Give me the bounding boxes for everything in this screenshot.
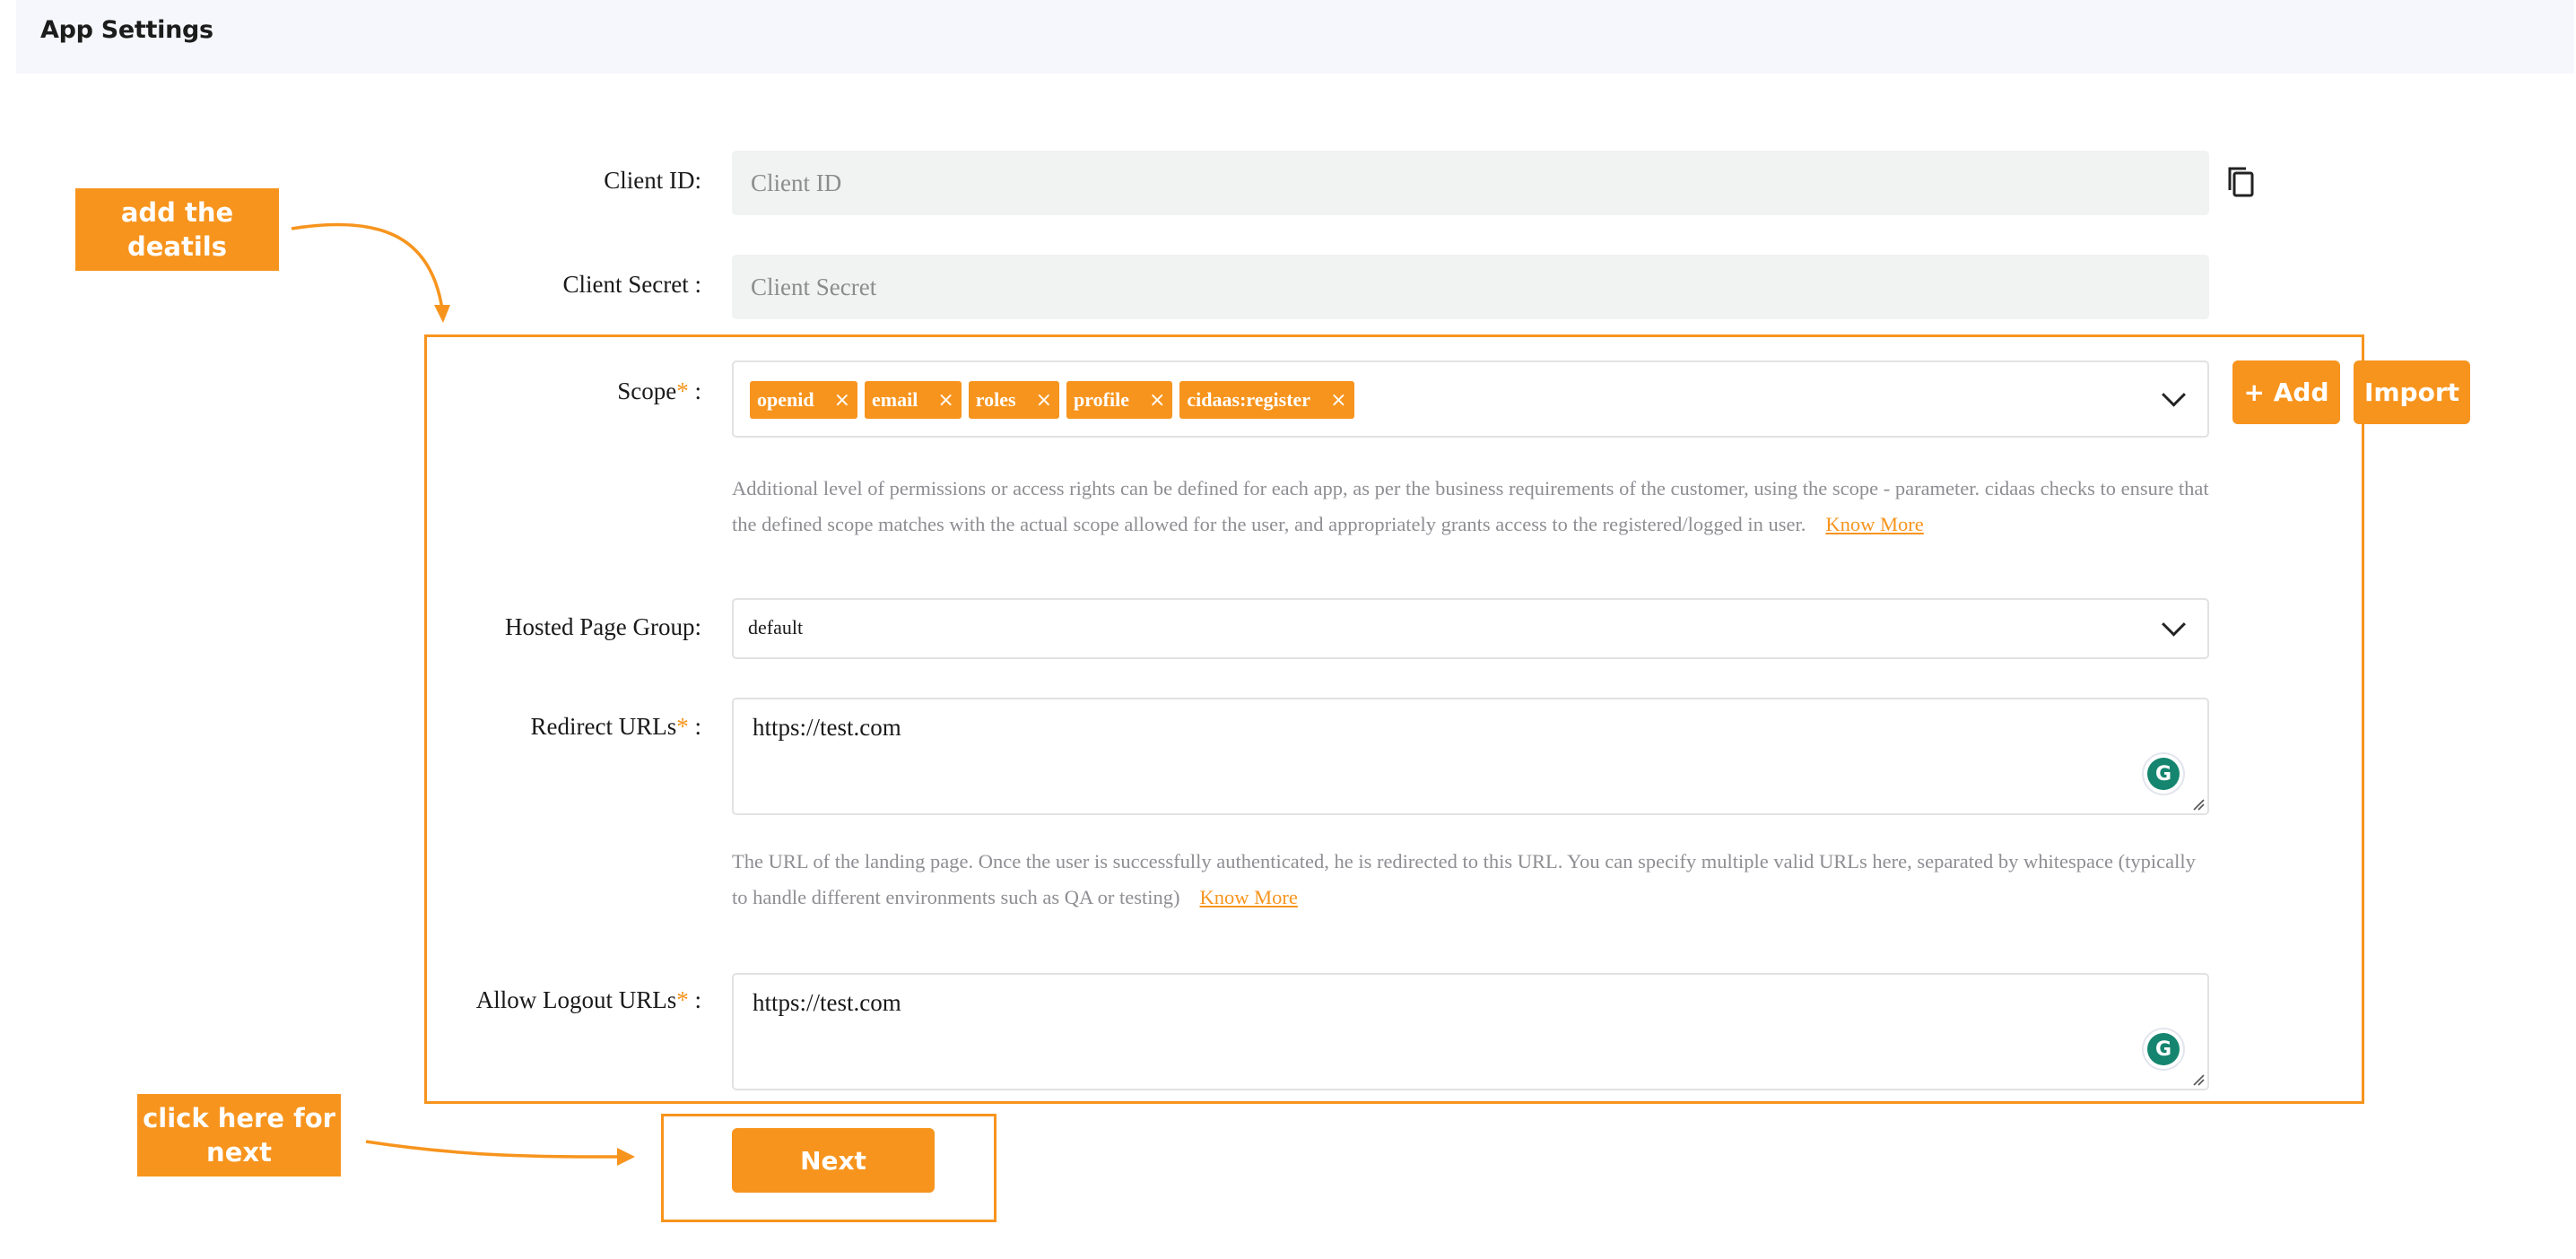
client-id-placeholder: Client ID (751, 169, 842, 196)
client-secret-field[interactable]: Client Secret (732, 255, 2209, 319)
callout-add-details: add the deatils (75, 188, 279, 271)
client-id-label: Client ID: (604, 167, 701, 194)
arrow-to-details (291, 222, 444, 310)
callout-click-next: click here for next (137, 1094, 341, 1177)
import-scope-button[interactable]: Import (2354, 360, 2470, 424)
client-secret-placeholder: Client Secret (751, 273, 877, 300)
arrow-head-next (617, 1148, 635, 1166)
arrow-to-next (365, 1140, 620, 1159)
next-highlight-box (661, 1114, 996, 1222)
page-title: App Settings (40, 16, 213, 44)
arrow-head-details (434, 305, 450, 323)
client-secret-label: Client Secret : (562, 271, 701, 298)
client-id-field[interactable]: Client ID (732, 151, 2209, 215)
copy-icon[interactable] (2226, 165, 2257, 199)
page-header: App Settings (16, 0, 2574, 74)
details-highlight-box (424, 334, 2364, 1104)
